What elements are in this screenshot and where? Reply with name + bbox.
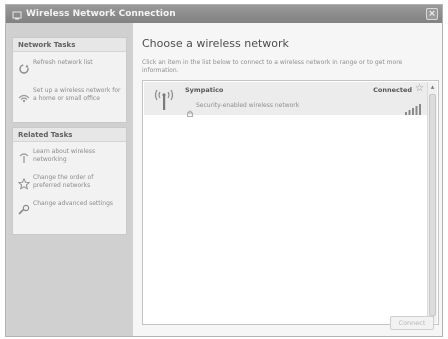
- network-tasks-panel: Network Tasks Refresh network list Set u…: [12, 37, 127, 123]
- info-icon: [18, 149, 30, 163]
- task-learn-wireless[interactable]: Learn about wireless networking: [18, 148, 124, 172]
- task-label: Learn about wireless networking: [33, 148, 96, 163]
- preferred-star-icon: ☆: [415, 83, 424, 94]
- scroll-up-arrow-icon[interactable]: ▴: [428, 82, 437, 92]
- scroll-thumb[interactable]: [429, 94, 436, 316]
- network-ssid: Sympatico: [185, 86, 224, 94]
- related-tasks-heading: Related Tasks: [13, 128, 126, 142]
- task-label: Refresh network list: [33, 59, 93, 66]
- wireless-antenna-icon: [153, 87, 175, 111]
- signal-strength-icon: [404, 100, 422, 115]
- network-list: Sympatico Connected ☆ Security-enabled w…: [142, 80, 439, 325]
- setup-network-icon: [18, 88, 30, 103]
- refresh-icon: [18, 60, 30, 74]
- task-label: Set up a wireless network for a home or …: [33, 87, 121, 102]
- lock-icon: [187, 102, 193, 117]
- network-tasks-heading: Network Tasks: [13, 38, 126, 52]
- main-panel: Choose a wireless network Click an item …: [133, 23, 442, 336]
- instructions-text: Click an item in the list below to conne…: [142, 59, 403, 74]
- connect-button[interactable]: Connect: [390, 316, 434, 330]
- task-sidebar: Network Tasks Refresh network list Set u…: [6, 23, 133, 336]
- list-scrollbar[interactable]: ▴ ▾: [427, 82, 437, 323]
- settings-icon: [18, 201, 30, 215]
- title-bar[interactable]: Wireless Network Connection ×: [6, 5, 442, 23]
- task-refresh-network-list[interactable]: Refresh network list: [18, 59, 124, 83]
- star-icon: [17, 175, 31, 190]
- task-label: Change the order of preferred networks: [33, 174, 94, 189]
- task-change-advanced-settings[interactable]: Change advanced settings: [18, 200, 124, 224]
- task-change-preferred-order[interactable]: Change the order of preferred networks: [17, 174, 124, 198]
- network-security-text: Security-enabled wireless network: [196, 102, 300, 109]
- window-title: Wireless Network Connection: [26, 9, 176, 19]
- wireless-connection-window: Wireless Network Connection × Network Ta…: [5, 4, 443, 337]
- task-setup-wireless-network[interactable]: Set up a wireless network for a home or …: [18, 87, 124, 111]
- network-status: Connected: [373, 86, 412, 94]
- page-title: Choose a wireless network: [142, 37, 289, 50]
- related-tasks-panel: Related Tasks Learn about wireless netwo…: [12, 127, 127, 235]
- task-label: Change advanced settings: [33, 200, 114, 207]
- wireless-network-icon: [12, 9, 22, 20]
- close-button[interactable]: ×: [426, 8, 438, 20]
- network-list-item[interactable]: Sympatico Connected ☆ Security-enabled w…: [144, 82, 428, 117]
